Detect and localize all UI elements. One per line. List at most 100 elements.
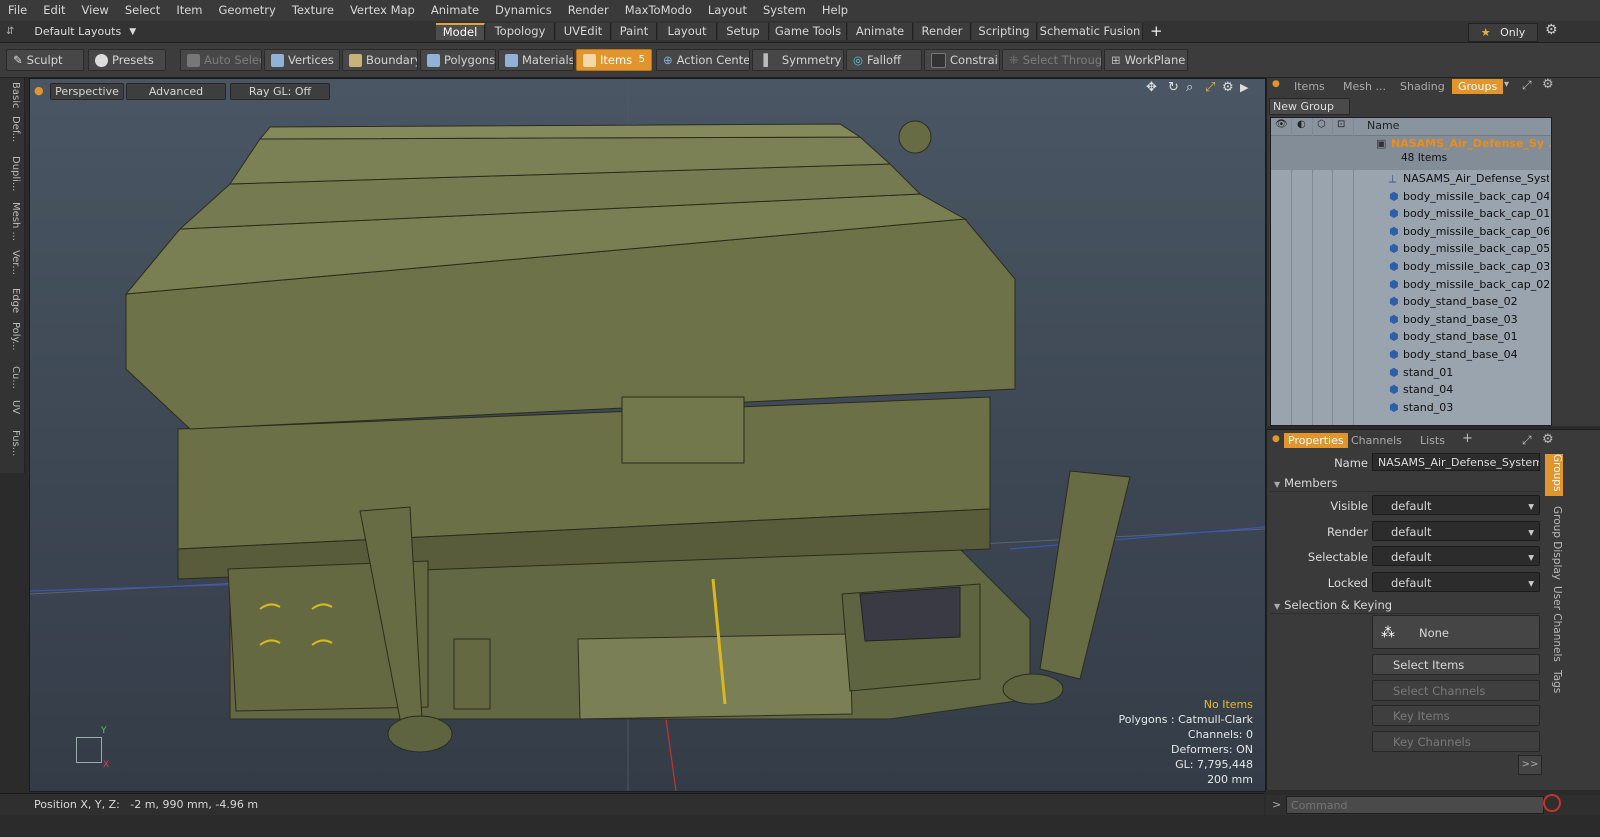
list-item[interactable]: ⬢ body_stand_base_04	[1271, 346, 1551, 364]
left-tab-polygon[interactable]: Poly...	[3, 322, 21, 351]
tab-topology[interactable]: Topology	[486, 23, 555, 40]
auto-select-button[interactable]: Auto Select	[180, 49, 262, 71]
menu-help[interactable]: Help	[814, 0, 856, 21]
items-button[interactable]: Items 5	[576, 49, 652, 71]
list-item[interactable]: ⬢ body_missile_back_cap_03	[1271, 258, 1551, 276]
layouts-dropdown[interactable]: ⇵ Default Layouts ▼	[6, 21, 136, 42]
add-properties-tab-button[interactable]: +	[1462, 431, 1473, 446]
list-item[interactable]: ⬢ body_stand_base_02	[1271, 293, 1551, 311]
tab-lists[interactable]: Lists	[1420, 433, 1445, 448]
fit-view-icon[interactable]: ⤢	[1205, 80, 1215, 95]
selectable-dropdown[interactable]: default	[1372, 546, 1540, 567]
tab-setup[interactable]: Setup	[718, 23, 769, 40]
left-tab-uv[interactable]: UV	[3, 400, 21, 414]
tab-groups[interactable]: Groups	[1452, 79, 1504, 94]
properties-expand-icon[interactable]: ⤢	[1522, 433, 1532, 448]
falloff-button[interactable]: ◎ Falloff	[846, 49, 922, 71]
panel-expand-icon[interactable]: ⤢	[1522, 78, 1532, 93]
only-toggle[interactable]: ★ Only	[1468, 23, 1538, 42]
list-item[interactable]: ⬢ body_stand_base_03	[1271, 311, 1551, 329]
tab-animate[interactable]: Animate	[848, 23, 913, 40]
key-items-button[interactable]: Key Items	[1372, 705, 1540, 726]
menu-item[interactable]: Item	[168, 0, 210, 21]
tab-layout[interactable]: Layout	[658, 23, 717, 40]
tab-shading[interactable]: Shading	[1400, 79, 1445, 94]
workplane-button[interactable]: ⊞ WorkPlane	[1104, 49, 1188, 71]
list-item[interactable]: ⬢ stand_03	[1271, 399, 1551, 417]
boundary-button[interactable]: Boundary	[342, 49, 418, 71]
tab-items-list[interactable]: Items	[1294, 79, 1325, 94]
name-field[interactable]: NASAMS_Air_Defense_System_is	[1372, 453, 1540, 471]
menu-maxtomodo[interactable]: MaxToModo	[617, 0, 700, 21]
menu-geometry[interactable]: Geometry	[211, 0, 284, 21]
none-button[interactable]: ⁂ None	[1372, 615, 1540, 649]
visible-dropdown[interactable]: default	[1372, 495, 1540, 516]
tab-properties[interactable]: Properties	[1284, 433, 1348, 448]
perspective-dropdown[interactable]: Perspective	[50, 83, 124, 100]
list-item[interactable]: ⬢ body_missile_back_cap_06	[1271, 223, 1551, 241]
select-channels-button[interactable]: Select Channels	[1372, 680, 1540, 701]
materials-button[interactable]: Materials	[498, 49, 574, 71]
list-item[interactable]: ⬢ body_stand_base_01	[1271, 328, 1551, 346]
tab-schematic-fusion[interactable]: Schematic Fusion	[1038, 23, 1143, 40]
menu-layout[interactable]: Layout	[700, 0, 755, 21]
new-group-button[interactable]: New Group	[1269, 98, 1350, 115]
left-tab-fusion[interactable]: Fus...	[3, 430, 21, 456]
tab-mesh-list[interactable]: Mesh ...	[1343, 79, 1386, 94]
vertices-button[interactable]: Vertices1	[264, 49, 340, 71]
zoom-view-icon[interactable]: ⌕	[1186, 80, 1193, 95]
groups-dropdown-icon[interactable]: ▾	[1504, 79, 1509, 90]
left-tab-curve[interactable]: Cu...	[3, 366, 21, 389]
menu-edit[interactable]: Edit	[35, 0, 73, 21]
visibility-eye-icon[interactable]: 👁	[1275, 119, 1288, 130]
render-icon[interactable]: ◐	[1297, 119, 1306, 130]
select-icon[interactable]: ⬡	[1317, 119, 1326, 130]
side-tab-group-display[interactable]: Group Display	[1545, 506, 1563, 580]
left-tab-basic[interactable]: Basic	[3, 82, 21, 108]
menu-animate[interactable]: Animate	[423, 0, 487, 21]
viewport-expand-icon[interactable]: ▶	[1240, 81, 1248, 94]
list-item[interactable]: ⬢ body_missile_back_cap_02	[1271, 276, 1551, 294]
constraints-button[interactable]: Constrai...	[924, 49, 1000, 71]
menu-view[interactable]: View	[74, 0, 117, 21]
gear-icon[interactable]: ⚙	[1545, 22, 1558, 38]
3d-viewport[interactable]: ● Perspective Advanced Ray GL: Off ✥ ↻ ⌕…	[29, 78, 1266, 792]
raygl-toggle[interactable]: Ray GL: Off	[230, 83, 330, 100]
menu-system[interactable]: System	[755, 0, 814, 21]
command-input[interactable]	[1286, 796, 1544, 814]
viewport-menu-dot-icon[interactable]: ●	[34, 83, 44, 98]
polygons-button[interactable]: Polygons	[420, 49, 496, 71]
members-section[interactable]: ▼ Members	[1270, 475, 1540, 492]
menu-render[interactable]: Render	[560, 0, 617, 21]
left-tab-duplicate[interactable]: Dupli...	[3, 156, 21, 191]
menu-dynamics[interactable]: Dynamics	[487, 0, 560, 21]
select-items-button[interactable]: Select Items	[1372, 654, 1540, 675]
tab-uvedit[interactable]: UVEdit	[556, 23, 611, 40]
group-row[interactable]: ▣ NASAMS_Air_Defense_Sy ... 48 Items	[1271, 136, 1551, 170]
key-channels-button[interactable]: Key Channels	[1372, 731, 1540, 752]
list-item[interactable]: ⟂ NASAMS_Air_Defense_Syst...	[1271, 170, 1551, 188]
list-item[interactable]: ⬢ body_missile_back_cap_05	[1271, 240, 1551, 258]
name-column-header[interactable]: Name	[1367, 119, 1399, 132]
properties-gear-icon[interactable]: ⚙	[1542, 432, 1554, 447]
presets-button[interactable]: Presets	[88, 49, 166, 71]
selection-keying-section[interactable]: ▼ Selection & Keying	[1270, 597, 1540, 614]
list-item[interactable]: ⬢ stand_04	[1271, 381, 1551, 399]
left-tab-deform[interactable]: Def...	[3, 116, 21, 142]
tab-scripting[interactable]: Scripting	[972, 23, 1037, 40]
tab-channels[interactable]: Channels	[1351, 433, 1402, 448]
list-item[interactable]: ⬢ stand_01	[1271, 364, 1551, 382]
panel-gear-icon[interactable]: ⚙	[1542, 77, 1554, 92]
add-tab-button[interactable]: +	[1150, 22, 1163, 40]
menu-texture[interactable]: Texture	[284, 0, 342, 21]
sculpt-button[interactable]: ✎ Sculpt	[6, 49, 84, 71]
lock-icon[interactable]: ⊡	[1337, 119, 1345, 130]
menu-select[interactable]: Select	[117, 0, 168, 21]
left-tab-edge[interactable]: Edge	[3, 288, 21, 313]
locked-dropdown[interactable]: default	[1372, 572, 1540, 593]
tab-paint[interactable]: Paint	[612, 23, 657, 40]
menu-file[interactable]: File	[0, 0, 35, 21]
list-item[interactable]: ⬢ body_missile_back_cap_01	[1271, 205, 1551, 223]
tab-model[interactable]: Model	[436, 23, 485, 40]
advanced-dropdown[interactable]: Advanced	[126, 83, 226, 100]
